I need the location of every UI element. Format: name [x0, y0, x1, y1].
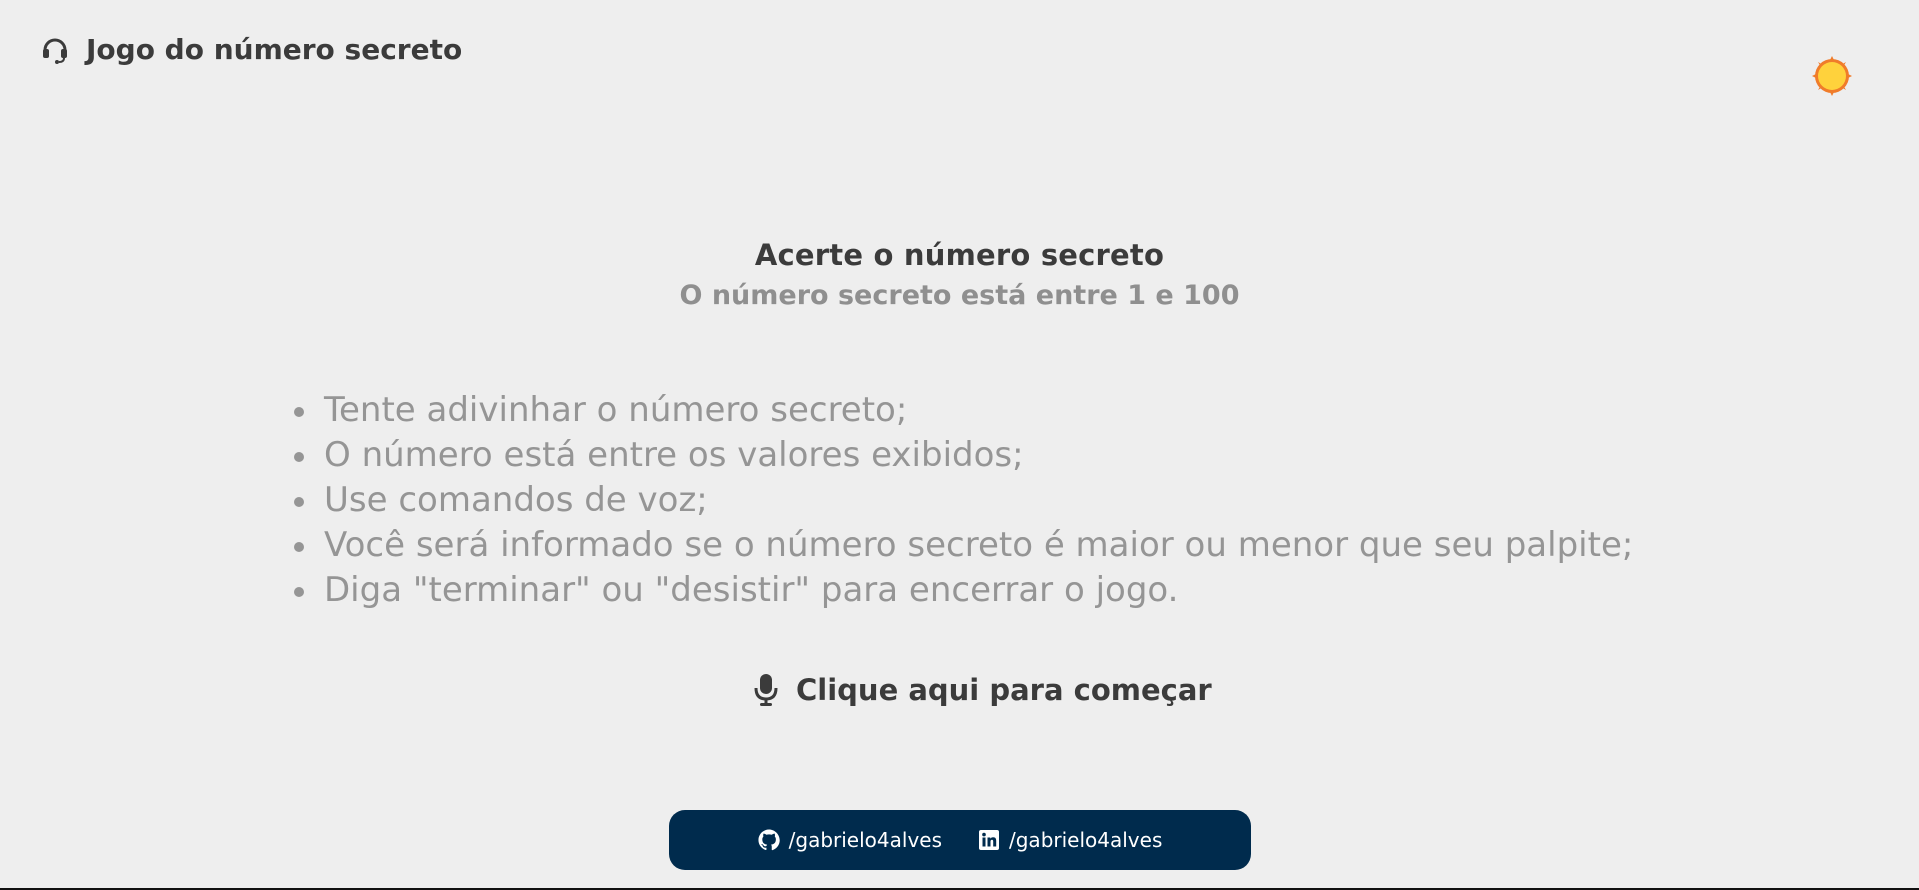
app-title: Jogo do número secreto	[86, 32, 463, 66]
list-item: Use comandos de voz;	[290, 478, 1633, 523]
start-button-label: Clique aqui para começar	[796, 673, 1212, 707]
github-link-label: /gabrielo4alves	[788, 828, 942, 852]
linkedin-link[interactable]: /gabrielo4alves	[978, 828, 1162, 852]
list-item: Tente adivinhar o número secreto;	[290, 388, 1633, 433]
linkedin-link-label: /gabrielo4alves	[1009, 828, 1163, 852]
list-item: Diga "terminar" ou "desistir" para encer…	[290, 568, 1633, 613]
app-header: Jogo do número secreto	[38, 32, 462, 66]
start-button[interactable]: Clique aqui para começar	[752, 672, 1212, 708]
github-link[interactable]: /gabrielo4alves	[758, 828, 942, 852]
footer-bar: /gabrielo4alves /gabrielo4alves	[669, 810, 1251, 870]
instructions-list: Tente adivinhar o número secreto; O núme…	[290, 388, 1633, 613]
github-icon	[758, 829, 780, 851]
sun-icon	[1812, 56, 1852, 96]
headset-icon	[38, 32, 72, 66]
microphone-icon	[752, 672, 780, 708]
page-title: Acerte o número secreto	[754, 238, 1165, 272]
list-item: O número está entre os valores exibidos;	[290, 433, 1633, 478]
theme-toggle-button[interactable]	[1812, 56, 1852, 96]
list-item: Você será informado se o número secreto …	[290, 523, 1633, 568]
page-subtitle: O número secreto está entre 1 e 100	[679, 280, 1240, 311]
linkedin-icon	[978, 829, 1000, 851]
